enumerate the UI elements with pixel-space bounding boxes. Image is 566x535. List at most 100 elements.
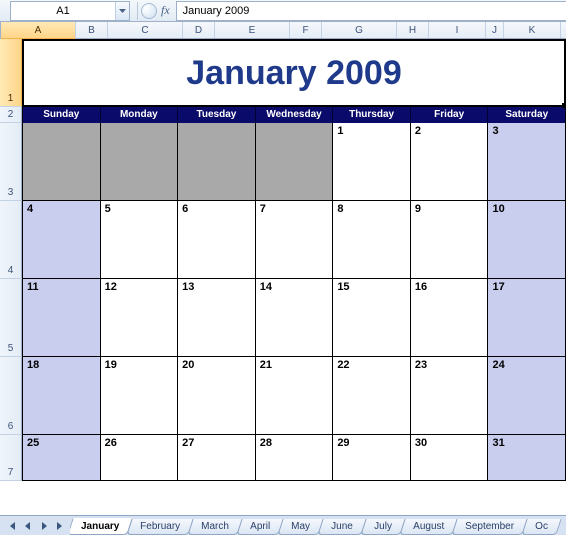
calendar-day[interactable]: 20 (178, 357, 256, 435)
calendar-day[interactable]: 11 (22, 279, 101, 357)
sheet-tab[interactable]: February (127, 519, 194, 535)
calendar-day[interactable]: 17 (488, 279, 566, 357)
name-box-dropdown[interactable] (115, 2, 129, 20)
row-header[interactable]: 4 (0, 201, 22, 279)
calendar-day[interactable]: 16 (411, 279, 489, 357)
calendar-week-row: 123 (22, 123, 566, 201)
tab-nav-last[interactable] (52, 518, 68, 534)
column-header[interactable]: K (504, 22, 561, 38)
day-of-week-header: Wednesday (256, 107, 334, 123)
calendar-week-row: 18192021222324 (22, 357, 566, 435)
calendar-day[interactable]: 13 (178, 279, 256, 357)
sheet-tab[interactable]: August (399, 519, 457, 535)
calendar-day[interactable]: 21 (256, 357, 334, 435)
calendar-day-padding[interactable] (101, 123, 179, 201)
column-header[interactable]: H (397, 22, 429, 38)
column-header[interactable]: B (76, 22, 108, 38)
sheet-tab-label: July (374, 521, 392, 532)
column-header-row: ABCDEFGHIJKLMN (0, 22, 566, 39)
calendar-day[interactable]: 30 (411, 435, 489, 481)
row-header[interactable]: 1 (0, 39, 22, 107)
calendar-day[interactable]: 18 (22, 357, 101, 435)
calendar-day-padding[interactable] (256, 123, 334, 201)
calendar-day[interactable]: 23 (411, 357, 489, 435)
sheet-tab-label: June (331, 521, 353, 532)
calendar-day[interactable]: 26 (101, 435, 179, 481)
calendar-day[interactable]: 4 (22, 201, 101, 279)
day-of-week-header-row: SundayMondayTuesdayWednesdayThursdayFrid… (22, 107, 566, 123)
calendar-day[interactable]: 2 (411, 123, 489, 201)
calendar-day[interactable]: 8 (333, 201, 411, 279)
tab-nav-next[interactable] (36, 518, 52, 534)
sheet-tab-label: May (291, 521, 310, 532)
calendar-day-padding[interactable] (178, 123, 256, 201)
calendar-day[interactable]: 27 (178, 435, 256, 481)
day-of-week-header: Sunday (22, 107, 101, 123)
formula-bar: A1 fx January 2009 (0, 0, 566, 22)
sheet-tab[interactable]: September (451, 519, 527, 535)
calendar-day[interactable]: 6 (178, 201, 256, 279)
column-header[interactable]: C (108, 22, 183, 38)
calendar-day[interactable]: 19 (101, 357, 179, 435)
calendar-day[interactable]: 29 (333, 435, 411, 481)
tab-nav-prev[interactable] (20, 518, 36, 534)
column-header[interactable]: I (429, 22, 486, 38)
name-box[interactable]: A1 (10, 1, 130, 21)
tab-nav-group (4, 518, 68, 534)
calendar-day[interactable]: 31 (488, 435, 566, 481)
sheet-tab-label: March (202, 521, 230, 532)
grid[interactable]: January 2009 SundayMondayTuesdayWednesda… (22, 39, 566, 481)
calendar-day[interactable]: 1 (333, 123, 411, 201)
calendar-week-row: 25262728293031 (22, 435, 566, 481)
row-header[interactable]: 7 (0, 435, 22, 481)
column-header[interactable]: G (322, 22, 397, 38)
column-header[interactable]: J (486, 22, 504, 38)
calendar-title-cell[interactable]: January 2009 (22, 39, 566, 107)
calendar-day[interactable]: 7 (256, 201, 334, 279)
divider (137, 2, 138, 20)
column-header[interactable]: D (183, 22, 215, 38)
column-header[interactable]: F (290, 22, 322, 38)
calendar-day[interactable]: 3 (488, 123, 566, 201)
column-header[interactable]: L (561, 22, 566, 38)
chevron-down-icon (119, 9, 126, 13)
worksheet: 1234567 January 2009 SundayMondayTuesday… (0, 39, 566, 481)
calendar-day[interactable]: 12 (101, 279, 179, 357)
name-box-value: A1 (11, 5, 115, 17)
sheet-tab[interactable]: April (237, 519, 284, 535)
calendar-day[interactable]: 5 (101, 201, 179, 279)
sheet-tab[interactable]: July (360, 519, 405, 535)
formula-input[interactable]: January 2009 (176, 1, 566, 21)
calendar-day[interactable]: 22 (333, 357, 411, 435)
sheet-tab-label: April (250, 521, 270, 532)
sheet-tab[interactable]: June (317, 519, 366, 535)
calendar-day[interactable]: 10 (488, 201, 566, 279)
sheet-tab[interactable]: Oc (521, 519, 561, 535)
day-of-week-header: Tuesday (178, 107, 256, 123)
column-header[interactable]: A (1, 22, 76, 39)
row-header[interactable]: 2 (0, 107, 22, 123)
sheet-tab[interactable]: May (278, 519, 324, 535)
calendar-day[interactable]: 25 (22, 435, 101, 481)
sheet-tab-label: September (465, 521, 514, 532)
calendar-day[interactable]: 15 (333, 279, 411, 357)
column-header[interactable]: E (215, 22, 290, 38)
calendar-day[interactable]: 9 (411, 201, 489, 279)
calendar-day[interactable]: 14 (256, 279, 334, 357)
fx-label: fx (161, 3, 170, 18)
row-header[interactable]: 3 (0, 123, 22, 201)
day-of-week-header: Friday (411, 107, 489, 123)
row-header[interactable]: 6 (0, 357, 22, 435)
sheet-tab-label: February (141, 521, 181, 532)
insert-function-button[interactable] (141, 3, 157, 19)
calendar-day[interactable]: 24 (488, 357, 566, 435)
sheet-tab[interactable]: March (188, 519, 243, 535)
row-header[interactable]: 5 (0, 279, 22, 357)
tab-nav-first[interactable] (4, 518, 20, 534)
row-header-gutter: 1234567 (0, 39, 22, 481)
calendar-week-row: 45678910 (22, 201, 566, 279)
calendar-day-padding[interactable] (22, 123, 101, 201)
calendar-day[interactable]: 28 (256, 435, 334, 481)
sheet-tab[interactable]: January (70, 518, 133, 535)
day-of-week-header: Monday (101, 107, 179, 123)
